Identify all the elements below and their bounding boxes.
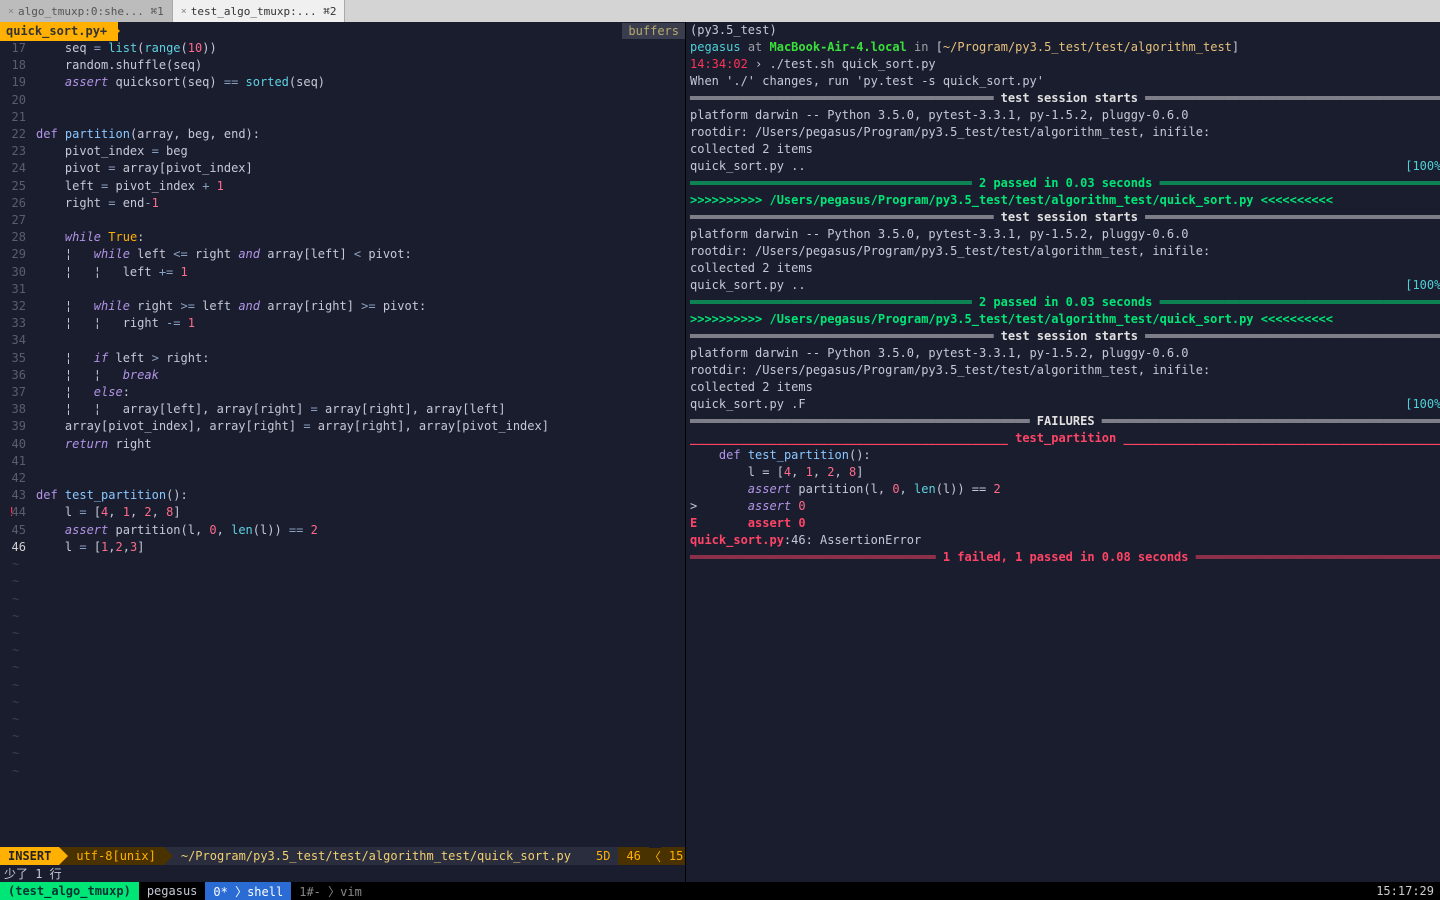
terminal-output[interactable]: (py3.5_test)pegasus at MacBook-Air-4.loc… xyxy=(686,22,1440,882)
term-line: quick_sort.py ..[100%] xyxy=(690,158,1440,175)
editor-pane[interactable]: quick_sort.py+ buffers 17 seq = list(ran… xyxy=(0,22,685,882)
code-line[interactable]: 31 xyxy=(0,281,685,298)
terminal-pane[interactable]: (py3.5_test)pegasus at MacBook-Air-4.loc… xyxy=(685,22,1440,882)
code-line[interactable]: 45 assert partition(l, 0, len(l)) == 2 xyxy=(0,522,685,539)
term-line: platform darwin -- Python 3.5.0, pytest-… xyxy=(690,226,1440,243)
close-icon[interactable]: × xyxy=(8,6,14,17)
code-line[interactable]: 29 ¦ while left <= right and array[left]… xyxy=(0,246,685,263)
code-line[interactable]: 39 array[pivot_index], array[right] = ar… xyxy=(0,418,685,435)
term-line: quick_sort.py ..[100%] xyxy=(690,277,1440,294)
code-line[interactable]: 38 ¦ ¦ array[left], array[right] = array… xyxy=(0,401,685,418)
message-line: 少了 1 行 xyxy=(0,865,685,882)
term-line: ═══════════════════════════════════════ … xyxy=(690,294,1440,311)
tmux-status-bar: (test_algo_tmuxp) pegasus 0* 〉shell 1#- … xyxy=(0,882,1440,900)
term-line: platform darwin -- Python 3.5.0, pytest-… xyxy=(690,107,1440,124)
term-line: collected 2 items xyxy=(690,141,1440,158)
chevron-left-icon xyxy=(579,847,588,865)
filepath-segment: ~/Program/py3.5_test/test/algorithm_test… xyxy=(173,847,579,865)
tab-1-label: algo_tmuxp:0:she... ⌘1 xyxy=(18,5,164,18)
tab-bar: × algo_tmuxp:0:she... ⌘1 × test_algo_tmu… xyxy=(0,0,1440,22)
tab-2-label: test_algo_tmuxp:... ⌘2 xyxy=(191,5,337,18)
code-line[interactable]: 28 while True: xyxy=(0,229,685,246)
buffer-filename[interactable]: quick_sort.py+ xyxy=(0,22,118,41)
code-line[interactable]: 26 right = end-1 xyxy=(0,195,685,212)
code-line[interactable]: 20 xyxy=(0,92,685,109)
col-segment: 15 xyxy=(661,847,685,865)
tmux-window[interactable]: 1#- 〉vim xyxy=(291,882,370,900)
code-line[interactable]: 22def partition(array, beg, end): xyxy=(0,126,685,143)
term-line: rootdir: /Users/pegasus/Program/py3.5_te… xyxy=(690,362,1440,379)
tab-1[interactable]: × algo_tmuxp:0:she... ⌘1 xyxy=(0,0,173,22)
term-line: 14:34:02 › ./test.sh quick_sort.py xyxy=(690,56,1440,73)
line-segment: 46 xyxy=(618,847,648,865)
term-line: ══════════════════════════════════ 1 fai… xyxy=(690,549,1440,566)
code-line[interactable]: 41 xyxy=(0,453,685,470)
code-line[interactable]: 17 seq = list(range(10)) xyxy=(0,40,685,57)
term-line: ═══════════════════════════════════════ … xyxy=(690,175,1440,192)
buffer-bar: quick_sort.py+ buffers xyxy=(0,22,685,40)
code-line[interactable]: 24 pivot = array[pivot_index] xyxy=(0,160,685,177)
term-line: rootdir: /Users/pegasus/Program/py3.5_te… xyxy=(690,124,1440,141)
code-line[interactable]: 18 random.shuffle(seq) xyxy=(0,57,685,74)
code-line[interactable]: 30 ¦ ¦ left += 1 xyxy=(0,264,685,281)
code-line[interactable]: 34 xyxy=(0,332,685,349)
term-line: ════════════════════════════════════════… xyxy=(690,90,1440,107)
status-line: INSERT utf-8[unix] ~/Program/py3.5_test/… xyxy=(0,847,685,865)
term-line: ════════════════════════════════════════… xyxy=(690,209,1440,226)
term-line: l = [4, 1, 2, 8] xyxy=(690,464,1440,481)
code-line[interactable]: 46 l = [1,2,3] xyxy=(0,539,685,556)
term-line: quick_sort.py:46: AssertionError xyxy=(690,532,1440,549)
term-line: collected 2 items xyxy=(690,260,1440,277)
chevron-right-icon xyxy=(59,847,68,865)
buffer-list-label[interactable]: buffers xyxy=(622,23,685,39)
code-line[interactable]: 40 return right xyxy=(0,436,685,453)
tmux-host-segment: pegasus xyxy=(139,882,206,900)
term-line: rootdir: /Users/pegasus/Program/py3.5_te… xyxy=(690,243,1440,260)
tmux-window-active[interactable]: 0* 〉shell xyxy=(205,882,291,900)
close-icon[interactable]: × xyxy=(181,6,187,17)
term-line: > assert 0 xyxy=(690,498,1440,515)
code-line[interactable]: 32 ¦ while right >= left and array[right… xyxy=(0,298,685,315)
term-line: E assert 0 xyxy=(690,515,1440,532)
term-line: platform darwin -- Python 3.5.0, pytest-… xyxy=(690,345,1440,362)
code-line[interactable]: 25 left = pivot_index + 1 xyxy=(0,178,685,195)
term-line: assert partition(l, 0, len(l)) == 2 xyxy=(690,481,1440,498)
term-line: pegasus at MacBook-Air-4.local in [~/Pro… xyxy=(690,39,1440,56)
tmux-session-segment: (test_algo_tmuxp) xyxy=(0,882,139,900)
term-line: >>>>>>>>>> /Users/pegasus/Program/py3.5_… xyxy=(690,311,1440,328)
code-line[interactable]: 19 assert quicksort(seq) == sorted(seq) xyxy=(0,74,685,91)
term-line: ════════════════════════════════════════… xyxy=(690,413,1440,430)
code-area[interactable]: 17 seq = list(range(10))18 random.shuffl… xyxy=(0,40,685,847)
code-line[interactable]: !44 l = [4, 1, 2, 8] xyxy=(0,504,685,521)
mode-segment: INSERT xyxy=(0,847,59,865)
code-line[interactable]: 27 xyxy=(0,212,685,229)
code-line[interactable]: 37 ¦ else: xyxy=(0,384,685,401)
term-line: collected 2 items xyxy=(690,379,1440,396)
term-line: quick_sort.py .F[100%] xyxy=(690,396,1440,413)
tmux-clock: 15:17:29 xyxy=(1368,882,1440,900)
term-line: ════════════════════════════════════════… xyxy=(690,328,1440,345)
code-line[interactable]: 23 pivot_index = beg xyxy=(0,143,685,160)
term-line: >>>>>>>>>> /Users/pegasus/Program/py3.5_… xyxy=(690,192,1440,209)
term-line: (py3.5_test) xyxy=(690,22,1440,39)
tab-2[interactable]: × test_algo_tmuxp:... ⌘2 xyxy=(173,0,346,22)
code-line[interactable]: 21 xyxy=(0,109,685,126)
encoding-segment: utf-8[unix] xyxy=(68,847,163,865)
term-line: When './' changes, run 'py.test -s quick… xyxy=(690,73,1440,90)
term-line: ________________________________________… xyxy=(690,430,1440,447)
code-line[interactable]: 42 xyxy=(0,470,685,487)
term-line: def test_partition(): xyxy=(690,447,1440,464)
code-line[interactable]: 33 ¦ ¦ right -= 1 xyxy=(0,315,685,332)
lint-warn-segment: 5D xyxy=(588,847,618,865)
chevron-right-icon xyxy=(164,847,173,865)
code-line[interactable]: 36 ¦ ¦ break xyxy=(0,367,685,384)
code-line[interactable]: 43def test_partition(): xyxy=(0,487,685,504)
code-line[interactable]: 35 ¦ if left > right: xyxy=(0,350,685,367)
